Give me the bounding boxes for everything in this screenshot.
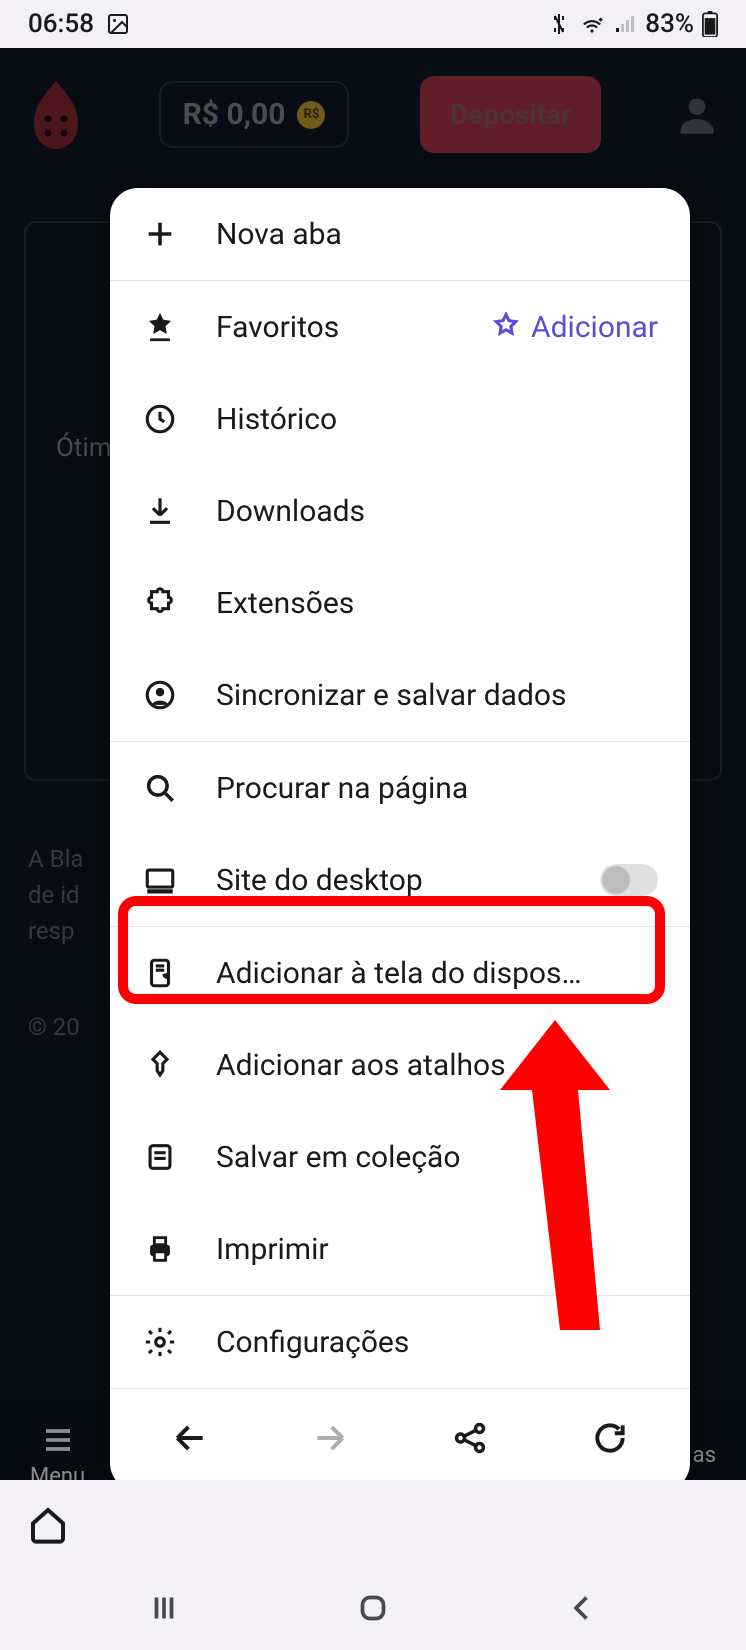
footer-right[interactable]: as	[693, 1443, 716, 1468]
share-icon[interactable]	[451, 1419, 489, 1457]
reload-icon[interactable]	[591, 1419, 629, 1457]
menu-sync-label: Sincronizar e salvar dados	[216, 678, 658, 713]
dice-flame-logo	[24, 77, 88, 153]
menu-desktop-site[interactable]: Site do desktop	[110, 834, 690, 926]
download-icon	[142, 493, 178, 529]
browser-bottom-bar	[0, 1480, 746, 1570]
wifi-icon	[579, 11, 605, 37]
android-nav-bar	[0, 1570, 746, 1650]
history-icon	[142, 401, 178, 437]
balance-display[interactable]: R$ 0,00 R$	[159, 81, 350, 148]
menu-extensions-label: Extensões	[216, 586, 658, 621]
menu-add-shortcuts[interactable]: Adicionar aos atalhos	[110, 1019, 690, 1111]
android-back-icon[interactable]	[564, 1590, 600, 1630]
android-home-icon[interactable]	[355, 1590, 391, 1630]
add-to-home-icon	[142, 955, 178, 991]
forward-icon	[311, 1419, 349, 1457]
android-recents-icon[interactable]	[146, 1590, 182, 1630]
balance-amount: R$ 0,00	[183, 97, 286, 132]
menu-downloads[interactable]: Downloads	[110, 465, 690, 557]
plus-icon	[142, 216, 178, 252]
menu-find-in-page[interactable]: Procurar na página	[110, 742, 690, 834]
back-icon[interactable]	[171, 1419, 209, 1457]
menu-save-collection[interactable]: Salvar em coleção	[110, 1111, 690, 1203]
menu-settings-label: Configurações	[216, 1325, 658, 1360]
collection-icon	[142, 1139, 178, 1175]
menu-new-tab-label: Nova aba	[216, 217, 658, 252]
print-icon	[142, 1231, 178, 1267]
puzzle-icon	[142, 585, 178, 621]
menu-downloads-label: Downloads	[216, 494, 658, 529]
signal-icon	[613, 12, 637, 36]
sync-account-icon	[142, 677, 178, 713]
menu-settings[interactable]: Configurações	[110, 1296, 690, 1388]
menu-collection-label: Salvar em coleção	[216, 1140, 658, 1175]
menu-new-tab[interactable]: Nova aba	[110, 188, 690, 280]
bookmark-add-action[interactable]: Adicionar	[491, 310, 658, 345]
vibrate-icon	[547, 12, 571, 36]
bookmark-star-icon	[142, 309, 178, 345]
menu-bookmarks-label: Favoritos	[216, 310, 453, 345]
menu-history-label: Histórico	[216, 402, 658, 437]
currency-badge: R$	[297, 101, 325, 129]
status-time: 06:58	[28, 9, 94, 39]
battery-icon	[702, 11, 718, 37]
menu-history[interactable]: Histórico	[110, 373, 690, 465]
menu-shortcuts-label: Adicionar aos atalhos	[216, 1048, 658, 1083]
menu-add-home-label: Adicionar à tela do dispos…	[216, 956, 658, 991]
menu-desktop-label: Site do desktop	[216, 863, 562, 898]
home-icon[interactable]	[28, 1505, 68, 1545]
desktop-icon	[142, 862, 178, 898]
status-battery-text: 83%	[645, 9, 694, 39]
menu-bookmarks[interactable]: Favoritos Adicionar	[110, 281, 690, 373]
pin-icon	[142, 1047, 178, 1083]
menu-extensions[interactable]: Extensões	[110, 557, 690, 649]
footer-menu[interactable]: Menu	[30, 1422, 85, 1489]
deposit-button[interactable]: Depositar	[420, 76, 601, 153]
gear-icon	[142, 1324, 178, 1360]
desktop-site-toggle[interactable]	[600, 864, 658, 896]
menu-find-label: Procurar na página	[216, 771, 658, 806]
menu-print-label: Imprimir	[216, 1232, 658, 1267]
browser-menu-dropdown: Nova aba Favoritos Adicionar Histórico D…	[110, 188, 690, 1491]
menu-print[interactable]: Imprimir	[110, 1203, 690, 1295]
search-icon	[142, 770, 178, 806]
status-bar: 06:58 83%	[0, 0, 746, 48]
user-avatar-icon[interactable]	[672, 90, 722, 140]
menu-add-to-home[interactable]: Adicionar à tela do dispos…	[110, 927, 690, 1019]
image-icon	[106, 12, 130, 36]
menu-sync[interactable]: Sincronizar e salvar dados	[110, 649, 690, 741]
